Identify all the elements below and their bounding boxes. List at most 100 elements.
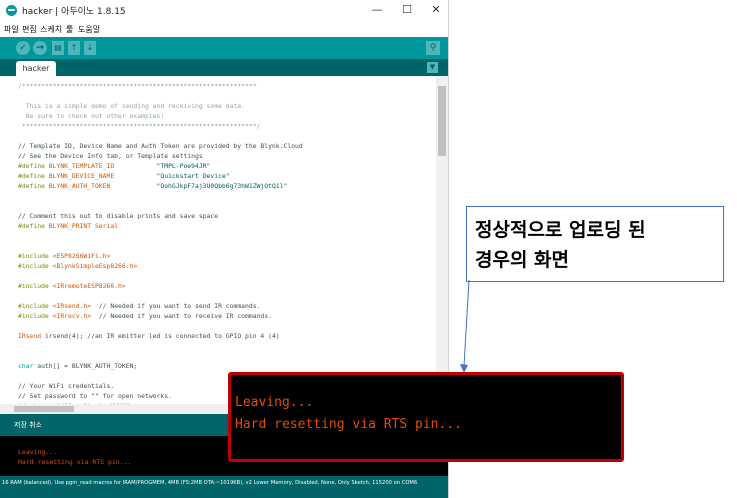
code-macro: BLYNK_TEMPLATE_ID [48,162,115,170]
code-library: <IRrecv.h> [52,312,92,320]
annotation-arrow [460,280,470,373]
code-line: #include <ESP8266WiFi.h> [18,252,110,260]
code-text: /***************************************… [18,82,257,90]
vertical-scroll-thumb[interactable] [438,86,446,156]
code-text: ****************************************… [18,122,261,130]
code-string: "TMPL-Poe94JR" [156,162,211,170]
code-keyword: #include [18,312,53,320]
code-line: char auth[] = BLYNK_AUTH_TOKEN; [18,362,137,370]
code-keyword: #define [18,172,49,180]
code-macro: BLYNK_PRINT Serial [48,222,119,230]
upload-button[interactable]: → [33,41,47,55]
code-text: // Comment this out to disable prints an… [18,212,219,220]
code-keyword: #include [18,282,53,290]
code-text: // Template ID, Device Name and Auth Tok… [18,142,303,150]
code-comment: // Needed if you want to send IR command… [91,302,261,310]
open-arrow-up-icon: ↑ [70,43,78,52]
annotation-callout: 정상적으로 업로딩 된 경우의 화면 [466,206,724,282]
code-keyword: #include [18,252,53,260]
board-info-footer: 16 RAM (balanced), Use pgm_read macros f… [0,476,448,498]
serial-monitor-button[interactable]: ⚲ [426,41,440,55]
horizontal-scroll-thumb[interactable] [14,406,74,412]
code-string: "OohGJkpF7aj3U0Qbb6g73hW1ZWjOtQ1l" [156,182,288,190]
maximize-button[interactable]: ☐ [400,3,414,17]
code-macro: BLYNK_DEVICE_NAME [48,172,115,180]
code-type: char [18,362,34,370]
check-icon: ✓ [19,43,27,53]
code-line: #define BLYNK_PRINT Serial [18,222,118,230]
code-line: This is a simple demo of sending and rec… [18,102,245,110]
menu-bar: 파일 편집 스케치 툴 도움말 [0,22,448,37]
menu-file[interactable]: 파일 [4,24,19,35]
code-line: /***************************************… [18,82,257,90]
code-line: #define BLYNK_AUTH_TOKEN "OohGJkpF7aj3U0… [18,182,287,190]
toolbar: ✓ → ▤ ↑ ↓ ⚲ [0,37,448,59]
code-text: irsend(4); //an IR emitter led is connec… [41,332,280,340]
open-button[interactable]: ↑ [68,41,80,55]
code-line: #include <IRsend.h> // Needed if you wan… [18,302,260,310]
code-library: <BlynkSimpleEsp8266.h> [52,262,138,270]
code-library: <IRsend.h> [52,302,92,310]
console-line: Leaving... [18,448,58,456]
tab-menu-button[interactable]: ▼ [427,62,438,73]
close-button[interactable]: ✕ [429,3,443,17]
board-info-text: 16 RAM (balanced), Use pgm_read macros f… [2,480,418,486]
save-arrow-down-icon: ↓ [86,43,94,52]
arrow-shaft [463,280,470,367]
code-text: // See the Device Info tab, or Template … [18,152,203,160]
new-file-icon: ▤ [54,43,62,52]
callout-line-2: 경우의 화면 [475,249,570,271]
code-text: This is a simple demo of sending and rec… [18,102,246,110]
code-line: IRsend irsend(4); //an IR emitter led is… [18,332,280,340]
code-line: // Comment this out to disable prints an… [18,212,218,220]
menu-edit[interactable]: 편집 [22,24,37,35]
tab-hacker[interactable]: hacker [16,61,56,76]
code-text: // Your WiFi credentials. [18,382,115,390]
code-line: #include <IRrecv.h> // Needed if you wan… [18,312,272,320]
code-type: IRsend [18,332,42,340]
code-line: Be sure to check out other examples! [18,112,165,120]
menu-sketch[interactable]: 스케치 [40,24,62,35]
code-keyword: #include [18,302,53,310]
code-keyword: #define [18,222,49,230]
code-string: "Quickstart Device" [156,172,230,180]
code-keyword: #include [18,262,53,270]
zoomed-console-inset: Leaving... Hard resetting via RTS pin... [228,372,624,462]
console-line: Hard resetting via RTS pin... [18,458,132,466]
right-arrow-icon: → [36,43,44,53]
code-comment: // Needed if you want to receive IR comm… [91,312,272,320]
code-text: Be sure to check out other examples! [18,112,165,120]
code-library: <IRremoteESP8266.h> [52,282,126,290]
code-line: #define BLYNK_DEVICE_NAME "Quickstart De… [18,172,230,180]
code-line: // Your WiFi credentials. [18,382,114,390]
new-button[interactable]: ▤ [52,41,64,55]
code-line: #define BLYNK_TEMPLATE_ID "TMPL-Poe94JR" [18,162,210,170]
zoom-line-1: Leaving... [235,395,314,410]
code-line: ****************************************… [18,122,261,130]
status-message: 저장 취소 [14,421,42,429]
code-line: // Template ID, Device Name and Auth Tok… [18,142,303,150]
vertical-scrollbar[interactable] [436,76,448,404]
code-keyword: #define [18,162,49,170]
verify-button[interactable]: ✓ [16,41,30,55]
menu-tools[interactable]: 툴 [66,24,73,35]
triangle-down-icon: ▼ [429,63,436,71]
menu-help[interactable]: 도움말 [78,24,100,35]
code-keyword: #define [18,182,49,190]
code-text: auth[] = BLYNK_AUTH_TOKEN; [33,362,138,370]
code-line: // See the Device Info tab, or Template … [18,152,203,160]
code-macro: BLYNK_AUTH_TOKEN [48,182,111,190]
save-button[interactable]: ↓ [84,41,96,55]
title-bar: hacker | 아두이노 1.8.15 — ☐ ✕ [0,0,448,22]
minimize-button[interactable]: — [370,3,384,17]
code-line: #include <IRremoteESP8266.h> [18,282,126,290]
zoom-line-2: Hard resetting via RTS pin... [235,417,462,432]
code-editor[interactable]: /***************************************… [0,76,436,404]
magnifier-icon: ⚲ [429,43,437,53]
tab-bar: hacker ▼ [0,59,448,76]
code-text: // Set password to "" for open networks. [18,392,172,400]
code-line: #include <BlynkSimpleEsp8266.h> [18,262,137,270]
